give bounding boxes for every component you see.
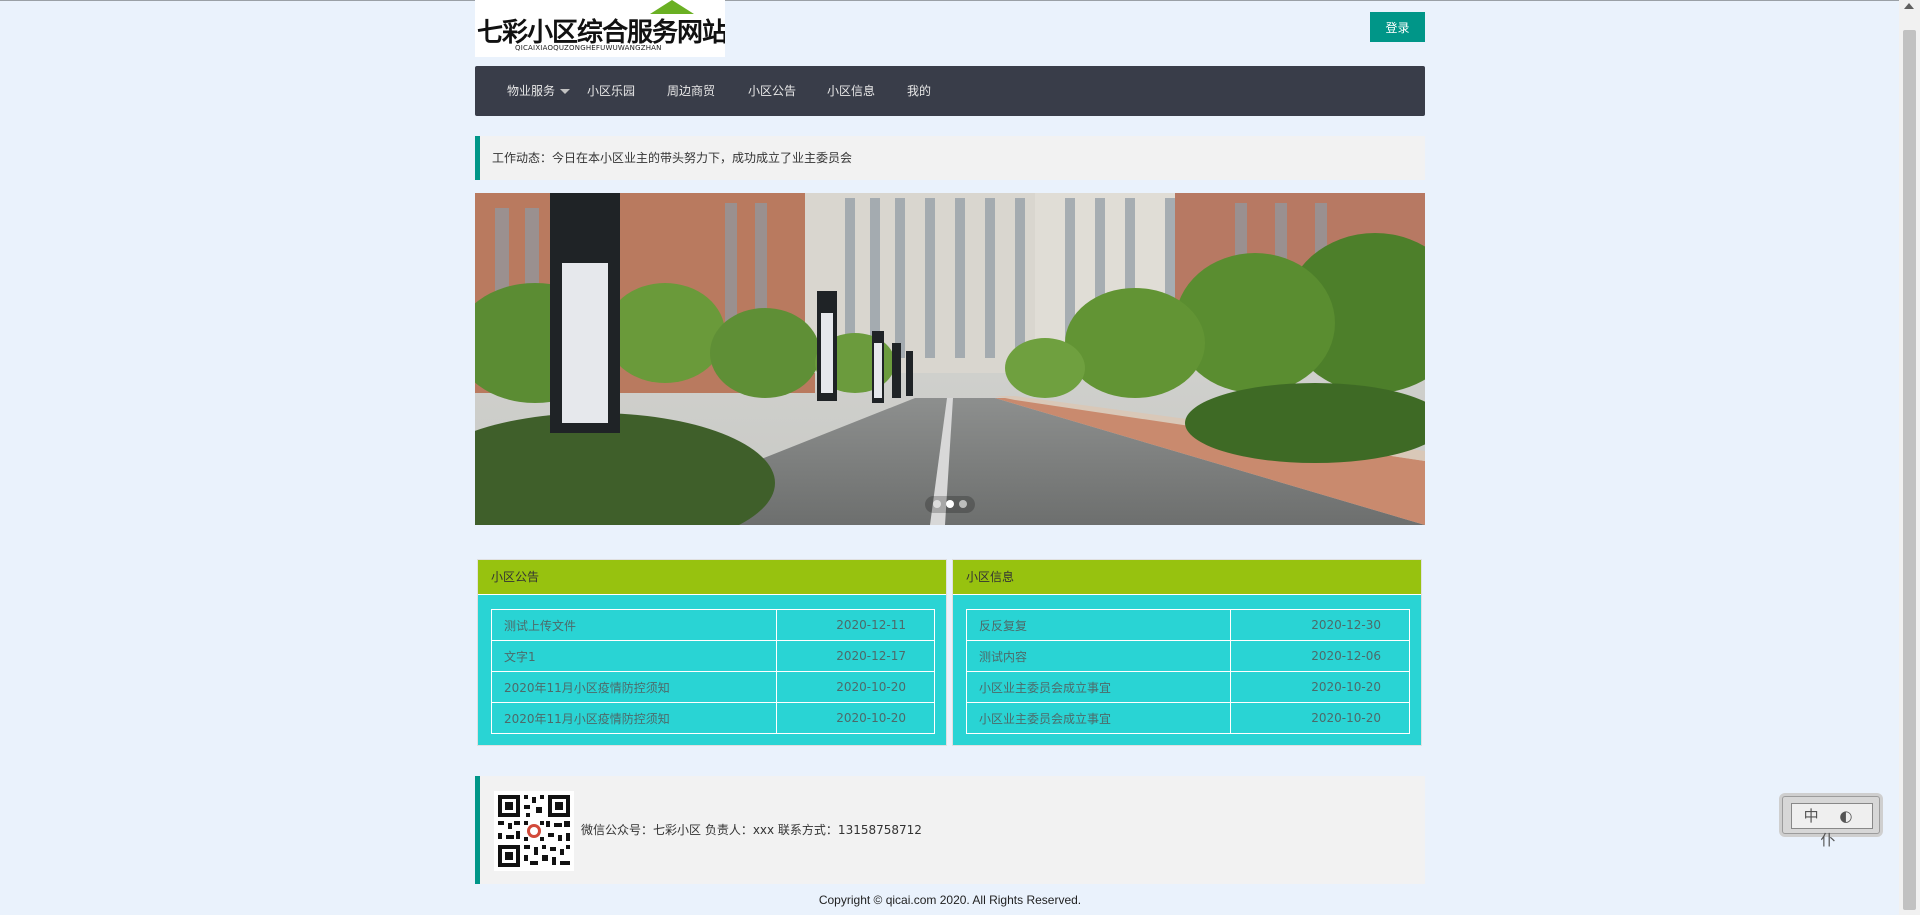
row-date: 2020-10-20 (776, 671, 935, 703)
table-row[interactable]: 测试上传文件 2020-12-11 (490, 609, 935, 641)
row-title[interactable]: 测试内容 (966, 640, 1231, 672)
carousel-slide-image (475, 193, 1425, 525)
community-info-panel: 小区信息 反反复复 2020-12-30 测试内容 2020-12-06 小区业… (952, 559, 1422, 746)
row-date: 2020-12-17 (776, 640, 935, 672)
scrollbar-thumb[interactable] (1903, 30, 1916, 910)
footer-contact-box: 微信公众号：七彩小区 负责人：xxx 联系方式：13158758712 (475, 776, 1425, 884)
row-date: 2020-10-20 (776, 702, 935, 734)
row-date: 2020-12-30 (1229, 609, 1411, 641)
carousel-dot-1[interactable] (933, 500, 941, 508)
table-row[interactable]: 文字1 2020-12-17 (490, 640, 935, 672)
announcements-panel: 小区公告 测试上传文件 2020-12-11 文字1 2020-12-17 20… (477, 559, 947, 746)
row-title[interactable]: 2020年11月小区疫情防控须知 (490, 671, 778, 703)
table-row[interactable]: 小区业主委员会成立事宜 2020-10-20 (966, 671, 1411, 703)
nav-item-label: 物业服务 (507, 84, 556, 98)
row-title[interactable]: 2020年11月小区疫情防控须知 (490, 702, 778, 734)
row-date: 2020-12-11 (776, 609, 935, 641)
qr-code-icon (494, 791, 574, 871)
row-date: 2020-10-20 (1229, 702, 1411, 734)
logo-subtitle: QICAIXIAOQUZONGHEFUWUWANGZHAN (515, 44, 662, 52)
footer-contact-text: 微信公众号：七彩小区 负责人：xxx 联系方式：13158758712 (581, 823, 922, 837)
carousel-dot-2[interactable] (946, 500, 954, 508)
nav-item-community-park[interactable]: 小区乐园 (587, 66, 635, 116)
window-top-border (0, 0, 1920, 1)
main-nav: 物业服务 小区乐园 周边商贸 小区公告 小区信息 我的 (475, 66, 1425, 116)
input-method-label[interactable]: 中 ◐ 仆 (1792, 804, 1872, 852)
work-news-text: 工作动态：今日在本小区业主的带头努力下，成功成立了业主委员会 (492, 151, 853, 165)
table-row[interactable]: 2020年11月小区疫情防控须知 2020-10-20 (490, 702, 935, 734)
row-title[interactable]: 测试上传文件 (490, 609, 778, 641)
row-title[interactable]: 小区业主委员会成立事宜 (966, 702, 1231, 734)
site-logo[interactable]: 七彩小区综合服务网站 QICAIXIAOQUZONGHEFUWUWANGZHAN (475, 0, 725, 57)
scroll-up-arrow-icon[interactable] (1904, 3, 1914, 9)
input-method-toolbar[interactable]: 中 ◐ 仆 (1782, 796, 1880, 849)
nav-item-mine[interactable]: 我的 (907, 66, 931, 116)
caret-down-icon (560, 89, 571, 94)
row-date: 2020-10-20 (1229, 671, 1411, 703)
announcements-table: 测试上传文件 2020-12-11 文字1 2020-12-17 2020年11… (490, 609, 935, 734)
copyright-text: Copyright © qicai.com 2020. All Rights R… (818, 893, 1082, 907)
vertical-scrollbar[interactable] (1899, 0, 1920, 915)
row-title[interactable]: 小区业主委员会成立事宜 (966, 671, 1231, 703)
carousel-indicator (925, 496, 975, 513)
wechat-qr-code (494, 791, 574, 871)
table-row[interactable]: 2020年11月小区疫情防控须知 2020-10-20 (490, 671, 935, 703)
nav-item-nearby-commerce[interactable]: 周边商贸 (667, 66, 715, 116)
carousel-dot-3[interactable] (959, 500, 967, 508)
row-title[interactable]: 反反复复 (966, 609, 1231, 641)
community-info-panel-title: 小区信息 (953, 560, 1421, 595)
row-title[interactable]: 文字1 (490, 640, 778, 672)
nav-item-community-info[interactable]: 小区信息 (827, 66, 875, 116)
table-row[interactable]: 反反复复 2020-12-30 (966, 609, 1411, 641)
nav-item-property-services[interactable]: 物业服务 (507, 66, 571, 116)
announcements-panel-title: 小区公告 (478, 560, 946, 595)
nav-item-announcements[interactable]: 小区公告 (748, 66, 796, 116)
login-button[interactable]: 登录 (1370, 12, 1425, 42)
table-row[interactable]: 小区业主委员会成立事宜 2020-10-20 (966, 702, 1411, 734)
table-row[interactable]: 测试内容 2020-12-06 (966, 640, 1411, 672)
row-date: 2020-12-06 (1229, 640, 1411, 672)
image-carousel[interactable] (475, 193, 1425, 525)
input-method-panel: 中 ◐ 仆 (1791, 803, 1873, 849)
work-news-banner: 工作动态：今日在本小区业主的带头努力下，成功成立了业主委员会 (475, 136, 1425, 180)
community-info-table: 反反复复 2020-12-30 测试内容 2020-12-06 小区业主委员会成… (966, 609, 1411, 734)
